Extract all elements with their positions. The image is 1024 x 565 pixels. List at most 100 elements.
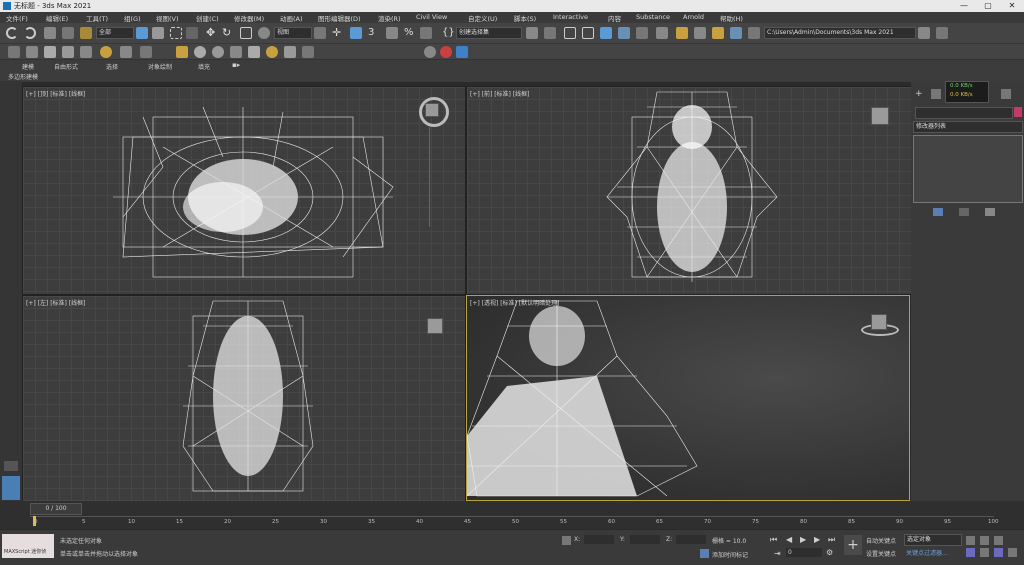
helper-icon[interactable] — [140, 46, 152, 58]
mirror-icon[interactable] — [526, 27, 538, 39]
project-folder-icon[interactable] — [918, 27, 930, 39]
scene-explorer-icon[interactable] — [564, 27, 576, 39]
modify-tab-icon[interactable] — [931, 89, 941, 99]
quick-access-icon[interactable] — [8, 46, 20, 58]
zoom-extents-icon[interactable] — [994, 536, 1003, 545]
ribbon-tab-object-paint[interactable]: 对象绘制 — [148, 62, 172, 71]
play-icon[interactable]: ▶ — [800, 535, 806, 544]
auto-key-button[interactable]: 自动关键点 — [866, 536, 896, 545]
tube-icon[interactable] — [302, 46, 314, 58]
go-to-end-icon[interactable]: ⏭ — [828, 535, 835, 545]
viewport-top-label[interactable]: [+] [顶] [标准] [线框] — [26, 89, 85, 98]
layer-explorer-icon[interactable] — [582, 27, 594, 39]
viewport-layout-icon[interactable] — [4, 461, 18, 471]
rotate-icon[interactable]: ↻ — [222, 27, 234, 39]
menu-interactive[interactable]: Interactive — [553, 13, 588, 21]
go-to-start-icon[interactable]: ⏮ — [770, 535, 777, 545]
reference-coordinate-dropdown[interactable]: 视图 — [274, 27, 312, 39]
viewport-front-label[interactable]: [+] [前] [标准] [线框] — [470, 89, 529, 98]
redo-icon[interactable] — [24, 27, 36, 39]
menu-rendering[interactable]: 渲染(R) — [378, 13, 401, 23]
align-icon[interactable] — [544, 27, 556, 39]
isolate-icon[interactable] — [562, 536, 571, 545]
rectangular-selection-icon[interactable] — [170, 27, 182, 39]
unlink-icon[interactable] — [62, 27, 74, 39]
material-sphere-icon[interactable] — [424, 46, 436, 58]
render-in-cloud-icon[interactable] — [730, 27, 742, 39]
zoom-all-icon[interactable] — [980, 536, 989, 545]
menu-scripting[interactable]: 脚本(S) — [514, 13, 536, 23]
maximize-viewport-icon[interactable] — [1008, 548, 1017, 557]
sphere-icon[interactable] — [194, 46, 206, 58]
select-by-name-icon[interactable] — [152, 27, 164, 39]
orbit-icon[interactable] — [994, 548, 1003, 557]
y-coordinate-field[interactable] — [630, 535, 660, 544]
schematic-view-icon[interactable] — [636, 27, 648, 39]
place-icon[interactable] — [258, 27, 270, 39]
set-key-button[interactable]: 设置关键点 — [866, 549, 896, 558]
selection-set-dropdown[interactable]: 选定对象 — [904, 534, 962, 546]
curve-editor-icon[interactable] — [618, 27, 630, 39]
current-frame-field[interactable]: 0 — [786, 548, 822, 557]
menu-edit[interactable]: 编辑(E) — [46, 13, 68, 23]
x-coordinate-field[interactable] — [584, 535, 614, 544]
menu-view[interactable]: 视图(V) — [156, 13, 179, 23]
menu-civil-view[interactable]: Civil View — [416, 13, 447, 21]
viewcube-front-icon[interactable] — [871, 107, 889, 125]
select-object-icon[interactable] — [136, 27, 148, 39]
modifier-list-dropdown[interactable]: 修改器列表 — [913, 121, 1023, 133]
render-production-icon[interactable] — [712, 27, 724, 39]
viewport-perspective[interactable]: [+] [透视] [标准] [默认明暗处理] — [466, 295, 910, 501]
remove-modifier-icon[interactable] — [985, 208, 995, 216]
menu-help[interactable]: 帮助(H) — [720, 13, 743, 23]
text-icon[interactable] — [80, 46, 92, 58]
ribbon-panel-label[interactable]: 多边形建模 — [8, 72, 38, 81]
show-end-result-icon[interactable] — [959, 208, 969, 216]
spinner-snap-icon[interactable] — [420, 27, 432, 39]
shape-icon[interactable] — [26, 46, 38, 58]
ribbon-tab-modeling[interactable]: 建模 — [22, 62, 34, 71]
workspace-path-field[interactable]: C:\Users\Admin\Documents\3ds Max 2021 — [764, 27, 916, 39]
maxscript-listener[interactable]: MAXScript 迷你侦 — [2, 534, 54, 558]
cylinder-icon[interactable] — [230, 46, 242, 58]
a360-gallery-icon[interactable] — [748, 27, 760, 39]
close-button[interactable]: ✕ — [1000, 0, 1024, 12]
viewcube-persp-icon[interactable] — [871, 314, 887, 330]
rendered-frame-window-icon[interactable] — [694, 27, 706, 39]
viewcube-left-icon[interactable] — [427, 318, 443, 334]
zoom-icon[interactable] — [966, 536, 975, 545]
create-tab-icon[interactable]: + — [915, 89, 923, 99]
plane-icon[interactable] — [62, 46, 74, 58]
minimize-button[interactable]: — — [952, 0, 976, 12]
menu-file[interactable]: 文件(F) — [6, 13, 28, 23]
ribbon-options-icon[interactable]: ▪▸ — [232, 61, 240, 69]
add-time-tag-icon[interactable] — [700, 549, 709, 558]
viewport-left[interactable]: [+] [左] [标准] [线框] — [22, 295, 466, 503]
menu-content[interactable]: 内容 — [608, 13, 621, 23]
angle-snap-icon[interactable] — [386, 27, 398, 39]
viewport-top[interactable]: [+] [顶] [标准] [线框] — [22, 86, 466, 295]
select-manipulate-icon[interactable]: ✛ — [332, 27, 344, 39]
menu-substance[interactable]: Substance — [636, 13, 670, 21]
light-icon[interactable] — [100, 46, 112, 58]
named-selection-dropdown[interactable]: 创建选择集 — [456, 27, 522, 39]
maximize-button[interactable]: ▢ — [976, 0, 1000, 12]
previous-frame-icon[interactable]: ◀ — [786, 535, 792, 544]
ribbon-tab-selection[interactable]: 选择 — [106, 62, 118, 71]
edit-named-selection-icon[interactable]: {} — [442, 27, 455, 39]
bind-space-warp-icon[interactable] — [80, 27, 92, 39]
pyramid-icon[interactable] — [284, 46, 296, 58]
add-time-tag[interactable]: 添加时间标记 — [712, 550, 748, 559]
utilities-tab-icon[interactable] — [1001, 89, 1011, 99]
menu-tools[interactable]: 工具(T) — [86, 13, 108, 23]
torus-icon[interactable] — [266, 46, 278, 58]
pivot-icon[interactable] — [314, 27, 326, 39]
ribbon-tab-freeform[interactable]: 自由形式 — [54, 62, 78, 71]
menu-customize[interactable]: 自定义(U) — [468, 13, 497, 23]
object-name-field[interactable] — [915, 107, 1013, 119]
viewcube-face-icon[interactable] — [425, 103, 439, 117]
viewport-layout-tab[interactable] — [2, 476, 20, 500]
time-slider[interactable]: 0 / 100 — [30, 503, 82, 515]
pin-stack-icon[interactable] — [933, 208, 943, 216]
arnold-icon[interactable] — [440, 46, 452, 58]
